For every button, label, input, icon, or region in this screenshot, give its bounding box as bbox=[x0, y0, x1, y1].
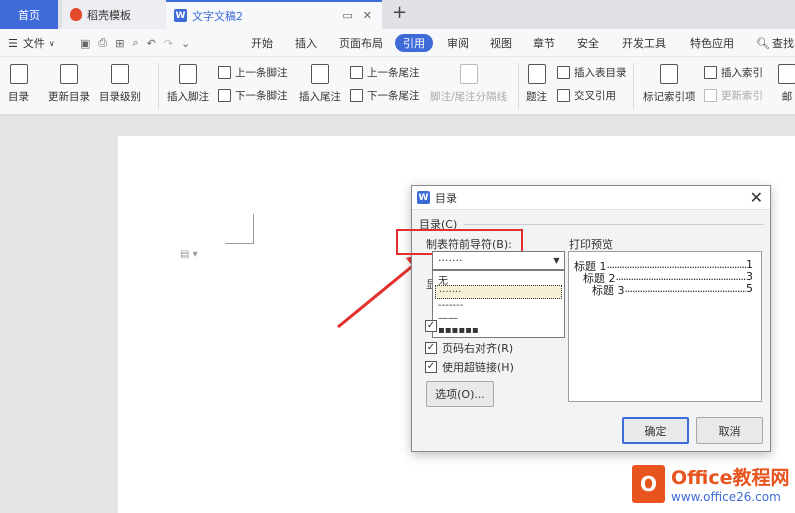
dropdown-arrow-icon[interactable]: ▼ bbox=[549, 252, 564, 269]
leader-option-heavy-dots[interactable]: ▪▪▪▪▪▪ bbox=[435, 323, 562, 337]
options-button[interactable]: 选项(O)... bbox=[426, 381, 494, 407]
right-align-label: 页码右对齐(R) bbox=[442, 342, 514, 355]
print-preview: 标题 1....................................… bbox=[568, 251, 762, 402]
writer-icon: W bbox=[417, 191, 430, 204]
leader-option-none[interactable]: 无 bbox=[435, 272, 562, 287]
leader-select[interactable]: ······· ▼ bbox=[432, 251, 565, 270]
dialog-title: 目录 bbox=[435, 191, 457, 205]
preview-line: 标题 3....................................… bbox=[592, 282, 753, 297]
office-logo-icon: O bbox=[632, 464, 665, 503]
right-align-checkbox[interactable]: ✓ 页码右对齐(R) bbox=[425, 340, 513, 356]
dialog-titlebar: W 目录 ✕ bbox=[412, 186, 770, 210]
checkbox-checked-icon: ✓ bbox=[425, 320, 437, 332]
preview-label: 打印预览 bbox=[569, 238, 613, 251]
leader-select-value: ······· bbox=[438, 254, 463, 267]
group-divider bbox=[464, 224, 764, 225]
checkbox-checked-icon: ✓ bbox=[425, 342, 437, 354]
watermark-title: Office教程网 bbox=[671, 467, 790, 489]
dialog-close-icon[interactable]: ✕ bbox=[750, 188, 763, 207]
leader-option-dots[interactable]: ······· bbox=[435, 285, 562, 299]
preview-page: 5 bbox=[746, 282, 753, 295]
checkbox-checked-icon: ✓ bbox=[425, 361, 437, 373]
watermark: O Office教程网 www.office26.com bbox=[632, 463, 790, 504]
leader-option-dashes[interactable]: ------- bbox=[435, 298, 562, 312]
leader-dropdown-list: 无 ······· ------- —— ▪▪▪▪▪▪ bbox=[432, 270, 565, 338]
hyperlink-checkbox[interactable]: ✓ 使用超链接(H) bbox=[425, 359, 514, 375]
ok-button[interactable]: 确定 bbox=[622, 417, 689, 444]
hyperlink-label: 使用超链接(H) bbox=[442, 361, 514, 374]
preview-heading: 标题 3 bbox=[592, 284, 625, 297]
watermark-url: www.office26.com bbox=[671, 490, 781, 504]
show-page-numbers-checkbox[interactable]: ✓ bbox=[425, 320, 442, 332]
cancel-button[interactable]: 取消 bbox=[696, 417, 763, 444]
